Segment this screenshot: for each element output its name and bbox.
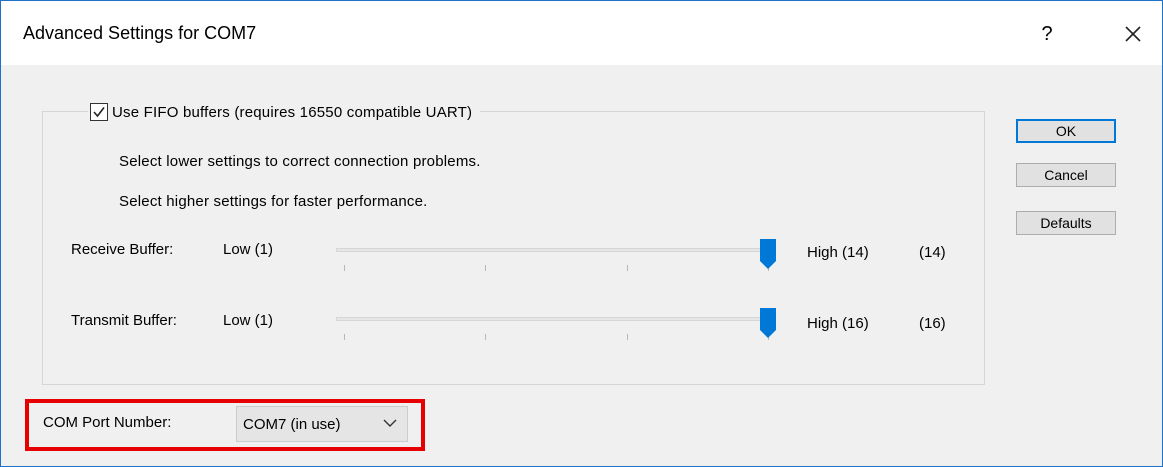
- receive-buffer-slider[interactable]: [336, 239, 776, 279]
- receive-low-label: Low (1): [223, 241, 274, 258]
- chevron-down-icon: [383, 415, 397, 433]
- transmit-buffer-slider[interactable]: [336, 308, 776, 348]
- transmit-high-label: High (16): [807, 315, 869, 332]
- cancel-button[interactable]: Cancel: [1016, 163, 1116, 187]
- com-port-label: COM Port Number:: [43, 414, 172, 431]
- slider-tick: [627, 265, 628, 271]
- transmit-low-label: Low (1): [223, 312, 274, 329]
- slider-thumb[interactable]: [760, 239, 776, 269]
- slider-thumb[interactable]: [760, 308, 776, 338]
- slider-track: [336, 317, 776, 321]
- slider-tick: [344, 334, 345, 340]
- defaults-button[interactable]: Defaults: [1016, 211, 1116, 235]
- receive-high-label: High (14): [807, 244, 869, 261]
- slider-tick: [344, 265, 345, 271]
- fifo-checkbox-row[interactable]: Use FIFO buffers (requires 16550 compati…: [88, 101, 481, 123]
- slider-tick: [485, 265, 486, 271]
- com-port-selected-value: COM7 (in use): [243, 415, 341, 433]
- fifo-checkbox[interactable]: [90, 103, 108, 121]
- transmit-value-label: (16): [919, 315, 946, 332]
- receive-value-label: (14): [919, 244, 946, 261]
- transmit-buffer-label: Transmit Buffer:: [71, 312, 177, 329]
- com-port-dropdown[interactable]: COM7 (in use): [236, 406, 408, 442]
- hint-lower-text: Select lower settings to correct connect…: [119, 153, 481, 170]
- ok-button[interactable]: OK: [1016, 119, 1116, 143]
- fifo-checkbox-label: Use FIFO buffers (requires 16550 compati…: [112, 103, 473, 121]
- help-button[interactable]: ?: [1033, 19, 1061, 49]
- receive-buffer-label: Receive Buffer:: [71, 241, 174, 258]
- slider-track: [336, 248, 776, 252]
- window-title: Advanced Settings for COM7: [23, 23, 257, 43]
- close-button[interactable]: [1117, 19, 1149, 49]
- slider-tick: [627, 334, 628, 340]
- advanced-settings-dialog: Advanced Settings for COM7 ? Use FIFO bu…: [0, 0, 1163, 467]
- title-bar: Advanced Settings for COM7 ?: [1, 1, 1162, 65]
- slider-tick: [485, 334, 486, 340]
- hint-higher-text: Select higher settings for faster perfor…: [119, 193, 428, 210]
- close-icon: [1117, 19, 1149, 49]
